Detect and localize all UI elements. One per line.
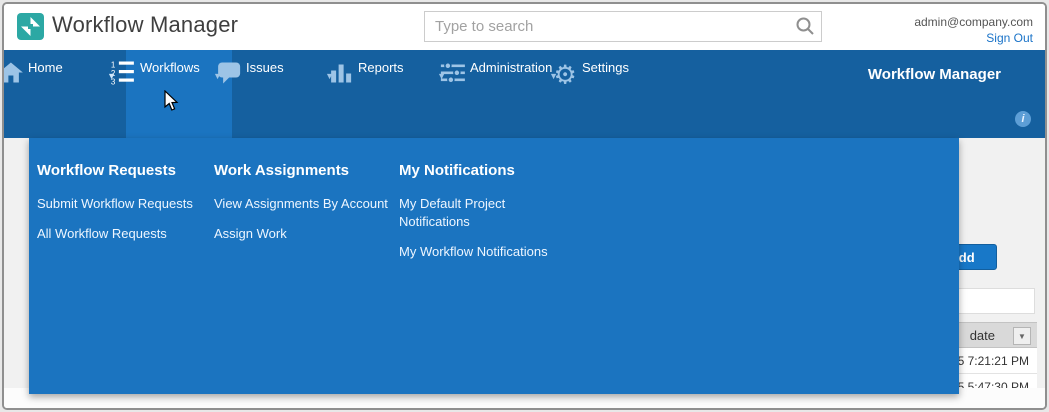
- home-icon: [2, 62, 24, 89]
- main-navbar: Home ▼ Workflows 1: [4, 50, 1045, 138]
- tab-issues[interactable]: Issues ▼: [232, 50, 344, 138]
- chevron-down-icon[interactable]: ▼: [437, 71, 446, 81]
- search-icon[interactable]: [795, 16, 815, 36]
- account-area: admin@company.com Sign Out: [914, 15, 1033, 46]
- menu-item-my-default-project-notifications[interactable]: My Default Project Notifications: [399, 195, 569, 231]
- workflow-manager-window: Workflow Manager admin@company.com Sign …: [2, 2, 1047, 410]
- chevron-down-icon[interactable]: ▼: [2, 71, 4, 81]
- menu-column-title: My Notifications: [399, 162, 629, 179]
- menu-item-view-assignments-by-account[interactable]: View Assignments By Account: [214, 195, 399, 213]
- sign-out-link[interactable]: Sign Out: [986, 31, 1033, 46]
- menu-item-assign-work[interactable]: Assign Work: [214, 225, 399, 243]
- menu-column-title: Work Assignments: [214, 162, 399, 179]
- tab-settings[interactable]: Settings ⚙ ▼: [568, 50, 664, 138]
- menu-column-work-assignments: Work Assignments View Assignments By Acc…: [214, 162, 399, 394]
- info-icon[interactable]: i: [1015, 111, 1031, 127]
- nav-brand-title: Workflow Manager: [868, 66, 1001, 83]
- menu-item-all-workflow-requests[interactable]: All Workflow Requests: [37, 225, 214, 243]
- chevron-down-icon[interactable]: ▼: [325, 71, 334, 81]
- app-logo-icon: [17, 13, 44, 40]
- workflows-mega-menu: Workflow Requests Submit Workflow Reques…: [29, 138, 959, 394]
- top-bar: Workflow Manager admin@company.com Sign …: [4, 4, 1045, 50]
- tab-settings-label: Settings: [568, 50, 664, 75]
- menu-item-submit-workflow-requests[interactable]: Submit Workflow Requests: [37, 195, 214, 213]
- menu-column-title: Workflow Requests: [37, 162, 214, 179]
- search-input[interactable]: [424, 11, 822, 42]
- menu-column-my-notifications: My Notifications My Default Project Noti…: [399, 162, 629, 394]
- tab-workflows[interactable]: Workflows 1 2 3 ▼: [126, 50, 232, 138]
- global-search: [424, 11, 822, 42]
- table-column-header-date: date: [970, 328, 995, 343]
- app-title: Workflow Manager: [52, 12, 238, 38]
- user-email: admin@company.com: [914, 15, 1033, 30]
- chevron-down-icon[interactable]: ▼: [107, 71, 116, 81]
- menu-item-my-workflow-notifications[interactable]: My Workflow Notifications: [399, 243, 569, 261]
- menu-column-workflow-requests: Workflow Requests Submit Workflow Reques…: [37, 162, 214, 394]
- column-filter-dropdown-icon[interactable]: ▼: [1013, 327, 1031, 345]
- chevron-down-icon[interactable]: ▼: [213, 71, 222, 81]
- tab-administration[interactable]: Administration ▼: [456, 50, 568, 138]
- nav-tabs: Home ▼ Workflows 1: [14, 50, 1045, 138]
- chevron-down-icon[interactable]: ▼: [549, 71, 558, 81]
